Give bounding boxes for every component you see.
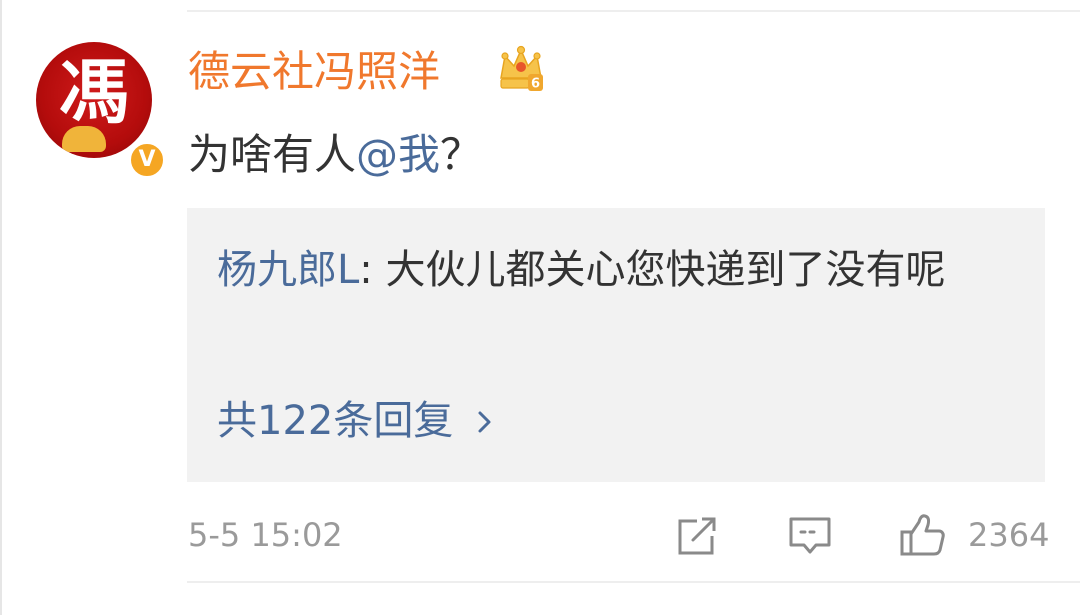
chevron-right-icon: [478, 411, 491, 433]
like-button[interactable]: 2364: [898, 512, 1050, 558]
comment-icon[interactable]: [787, 512, 833, 558]
avatar-decoration: [62, 126, 106, 152]
reply-box[interactable]: 杨九郎L: 大伙儿都关心您快递到了没有呢 共122条回复: [187, 208, 1045, 482]
comment-text: 为啥有人@我？: [188, 127, 482, 183]
crown-level-icon[interactable]: 6: [497, 44, 545, 94]
left-edge-border: [0, 0, 2, 615]
view-replies-link[interactable]: 共122条回复: [217, 394, 495, 448]
comment-prefix: 为啥有人: [188, 130, 357, 179]
mention-link[interactable]: @我: [356, 130, 440, 179]
username[interactable]: 德云社冯照洋: [188, 44, 440, 100]
avatar-glyph: 馮: [59, 50, 129, 133]
bottom-divider: [187, 581, 1080, 583]
top-divider: [187, 10, 1080, 12]
avatar[interactable]: 馮 V: [36, 42, 166, 179]
reply-content: 大伙儿都关心您快递到了没有呢: [385, 247, 946, 293]
verified-badge-icon: V: [128, 141, 166, 179]
crown-level: 6: [531, 77, 540, 92]
thumbs-up-icon: [900, 514, 945, 556]
reply-separator: :: [359, 247, 386, 293]
comment-suffix: ？: [440, 130, 483, 179]
avatar-image: 馮: [36, 42, 152, 158]
reply-count-label: 共122条回复: [217, 398, 454, 444]
reply-text: 杨九郎L: 大伙儿都关心您快递到了没有呢: [217, 240, 1017, 300]
like-count: 2364: [968, 516, 1050, 554]
reply-username[interactable]: 杨九郎L: [217, 247, 359, 293]
timestamp: 5-5 15:02: [188, 516, 343, 554]
share-icon[interactable]: [675, 512, 719, 558]
